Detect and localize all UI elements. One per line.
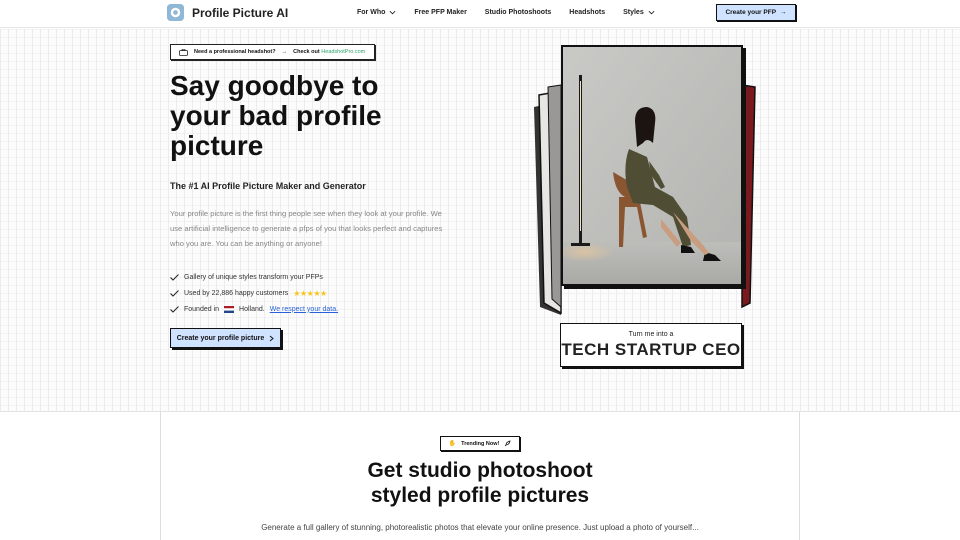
- briefcase-icon: [179, 48, 188, 56]
- netherlands-flag-icon: [224, 305, 235, 313]
- check-icon: [170, 289, 179, 297]
- logo-text: Profile Picture AI: [192, 5, 289, 20]
- role-title-text: TECH STARTUP CEO: [561, 340, 741, 359]
- hero-description: Your profile picture is the first thing …: [170, 209, 443, 248]
- studio-title-line2: styled profile pictures: [370, 484, 590, 507]
- ceo-portrait-photo: [561, 45, 743, 286]
- check-item-gallery: Gallery of unique styles transform your …: [170, 269, 338, 285]
- announcement-arrow-icon: →: [281, 49, 288, 55]
- logo-icon: [166, 3, 185, 22]
- rating-stars-icon: ★★★★★: [293, 288, 327, 298]
- check-founded-text: Founded in: [184, 305, 220, 313]
- nav-free-pfp-maker[interactable]: Free PFP Maker: [414, 9, 466, 16]
- nav-headshots[interactable]: Headshots: [569, 9, 605, 16]
- studio-section-title: Get studio photoshoot styled profile pic…: [280, 458, 680, 508]
- photo-stack: [530, 45, 760, 345]
- hero-title: Say goodbye to your bad profile picture: [170, 70, 382, 161]
- hand-icon: ✋: [448, 441, 457, 447]
- rocket-icon: [505, 440, 511, 447]
- create-pfp-label: Create your PFP: [725, 9, 777, 16]
- check-gallery-text: Gallery of unique styles transform your …: [184, 273, 323, 281]
- check-item-customers: Used by 22,886 happy customers ★★★★★: [170, 285, 338, 301]
- headshot-announcement[interactable]: Need a professional headshot? → Check ou…: [170, 44, 375, 60]
- portrait-illustration: [563, 47, 741, 284]
- arrow-right-icon: →: [780, 9, 787, 16]
- nav-styles[interactable]: Styles: [623, 9, 655, 16]
- check-icon: [170, 305, 179, 313]
- hero-section: [0, 29, 960, 412]
- nav-styles-label: Styles: [623, 9, 644, 16]
- create-pfp-button[interactable]: Create your PFP →: [716, 4, 796, 21]
- chevron-right-icon: [269, 335, 275, 341]
- turn-me-into-text: Turn me into a: [628, 331, 674, 338]
- check-country-text: Holland.: [239, 305, 265, 313]
- check-item-founded: Founded in Holland. We respect your data…: [170, 301, 338, 317]
- studio-section-description: Generate a full gallery of stunning, pho…: [261, 523, 699, 532]
- trending-badge: ✋ Trending Now!: [440, 436, 520, 451]
- nav-studio-photoshoots[interactable]: Studio Photoshoots: [485, 9, 552, 16]
- main-nav: For Who Free PFP Maker Studio Photoshoot…: [357, 9, 673, 16]
- check-icon: [170, 273, 179, 281]
- top-navbar: Profile Picture AI For Who Free PFP Make…: [0, 0, 960, 28]
- check-customers-text: Used by 22,886 happy customers: [184, 289, 289, 297]
- headshotpro-link[interactable]: HeadshotPro.com: [321, 49, 365, 55]
- nav-for-who-label: For Who: [357, 9, 386, 16]
- studio-title-line1: Get studio photoshoot: [367, 459, 593, 482]
- transformation-caption: Turn me into a TECH STARTUP CEO: [560, 323, 742, 367]
- logo[interactable]: Profile Picture AI: [166, 3, 288, 22]
- chevron-down-icon: [389, 10, 396, 15]
- trending-label: Trending Now!: [461, 440, 500, 447]
- nav-for-who[interactable]: For Who: [357, 9, 396, 16]
- respect-data-link[interactable]: We respect your data.: [270, 306, 338, 313]
- nav-studio-photoshoots-label: Studio Photoshoots: [484, 9, 552, 16]
- announcement-prefix: Check out: [293, 49, 320, 55]
- nav-free-pfp-maker-label: Free PFP Maker: [414, 9, 467, 16]
- create-profile-picture-label: Create your profile picture: [176, 334, 265, 342]
- announcement-text: Need a professional headshot?: [194, 49, 276, 55]
- feature-checklist: Gallery of unique styles transform your …: [170, 269, 338, 317]
- create-profile-picture-button[interactable]: Create your profile picture: [170, 328, 281, 348]
- chevron-down-icon: [648, 10, 655, 15]
- nav-headshots-label: Headshots: [569, 9, 606, 16]
- hero-subtitle: The #1 AI Profile Picture Maker and Gene…: [170, 181, 366, 191]
